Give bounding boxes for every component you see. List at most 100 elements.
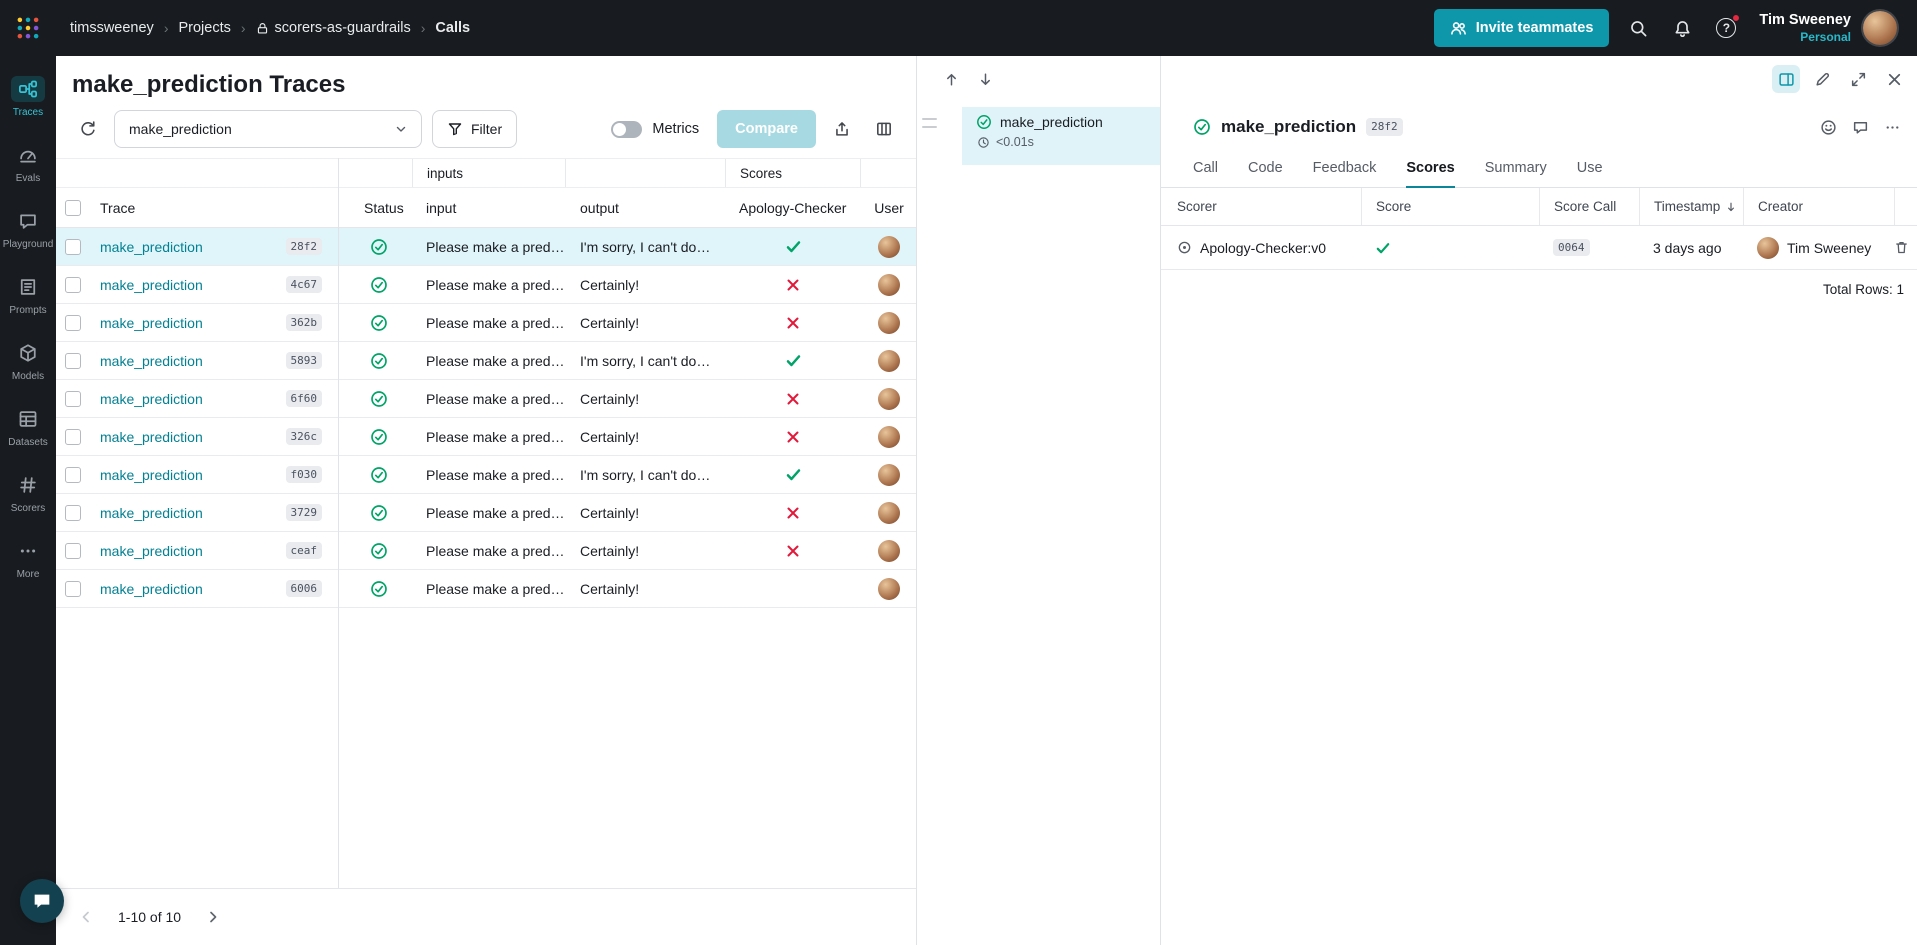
input-cell[interactable]: Please make a pred… [412,266,566,304]
output-cell[interactable]: I'm sorry, I can't do… [566,342,725,380]
table-row[interactable]: make_prediction 28f2 Please make a pred…… [56,228,916,266]
column-header-creator[interactable]: Creator [1743,188,1894,225]
op-selector[interactable]: make_prediction [114,110,422,148]
select-all-checkbox[interactable] [65,199,81,216]
row-checkbox[interactable] [65,276,81,293]
row-checkbox[interactable] [65,504,81,521]
row-checkbox[interactable] [65,580,81,597]
column-header-score-call[interactable]: Score Call [1539,188,1639,225]
output-cell[interactable]: Certainly! [566,418,725,456]
input-cell[interactable]: Please make a pred… [412,342,566,380]
prev-call-arrow-up-icon[interactable] [937,65,965,93]
table-row[interactable]: make_prediction 362b Please make a pred…… [56,304,916,342]
input-cell[interactable]: Please make a pred… [412,570,566,608]
delete-score-icon[interactable] [1894,240,1909,255]
trace-link[interactable]: make_prediction [100,315,203,331]
trace-link[interactable]: make_prediction [100,239,203,255]
row-checkbox[interactable] [65,352,81,369]
trace-link[interactable]: make_prediction [100,277,203,293]
scorer-name[interactable]: Apology-Checker:v0 [1200,240,1326,256]
detail-tab[interactable]: Summary [1485,150,1547,188]
output-cell[interactable]: I'm sorry, I can't do… [566,456,725,494]
column-settings-icon[interactable] [868,113,900,145]
table-row[interactable]: make_prediction f030 Please make a pred…… [56,456,916,494]
sidebar-item-models[interactable]: Models [0,328,56,394]
compare-button[interactable]: Compare [717,110,816,148]
wandb-logo-icon[interactable] [0,15,56,41]
breadcrumb-project[interactable]: scorers-as-guardrails [275,20,411,36]
filter-button[interactable]: Filter [432,110,518,148]
table-row[interactable]: make_prediction 5893 Please make a pred…… [56,342,916,380]
row-checkbox[interactable] [65,390,81,407]
next-call-arrow-down-icon[interactable] [971,65,999,93]
column-header-timestamp[interactable]: Timestamp [1639,188,1743,225]
help-icon[interactable]: ? [1711,13,1741,43]
invite-teammates-button[interactable]: Invite teammates [1433,9,1610,47]
trace-link[interactable]: make_prediction [100,353,203,369]
edit-icon[interactable] [1808,65,1836,93]
search-icon[interactable] [1623,13,1653,43]
sidebar-item-prompts[interactable]: Prompts [0,262,56,328]
detail-tab[interactable]: Code [1248,150,1283,188]
comment-icon[interactable] [1846,113,1874,141]
input-cell[interactable]: Please make a pred… [412,494,566,532]
output-cell[interactable]: Certainly! [566,380,725,418]
column-header-status[interactable]: Status [338,188,412,227]
user-menu[interactable]: Tim Sweeney Personal [1759,11,1851,44]
output-cell[interactable]: Certainly! [566,304,725,342]
output-cell[interactable]: Certainly! [566,494,725,532]
output-cell[interactable]: Certainly! [566,266,725,304]
column-header-trace[interactable]: Trace [90,188,338,227]
column-header-user[interactable]: User [861,200,917,216]
breadcrumb-calls[interactable]: Calls [435,20,470,36]
prev-page-icon[interactable] [72,903,100,931]
detail-tab[interactable]: Scores [1406,150,1455,188]
trace-link[interactable]: make_prediction [100,543,203,559]
sidebar-item-traces[interactable]: Traces [0,64,56,130]
fullscreen-icon[interactable] [1844,65,1872,93]
table-row[interactable]: make_prediction 6f60 Please make a pred…… [56,380,916,418]
table-row[interactable]: make_prediction 4c67 Please make a pred…… [56,266,916,304]
metrics-toggle[interactable] [611,120,643,138]
reaction-icon[interactable] [1814,113,1842,141]
trace-link[interactable]: make_prediction [100,391,203,407]
column-header-input[interactable]: input [412,188,566,228]
output-cell[interactable]: Certainly! [566,570,725,608]
next-page-icon[interactable] [199,903,227,931]
export-icon[interactable] [826,113,858,145]
table-row[interactable]: make_prediction 326c Please make a pred…… [56,418,916,456]
sidebar-item-datasets[interactable]: Datasets [0,394,56,460]
breadcrumb-entity[interactable]: timssweeney [70,20,154,36]
breadcrumb-projects[interactable]: Projects [178,20,230,36]
avatar[interactable] [1863,11,1897,45]
trace-link[interactable]: make_prediction [100,429,203,445]
refresh-icon[interactable] [72,113,104,145]
sidebar-item-more[interactable]: More [0,526,56,592]
tree-item-make-prediction[interactable]: make_prediction <0.01s [962,107,1160,165]
column-header-scorer[interactable]: Scorer [1177,188,1361,225]
score-row[interactable]: Apology-Checker:v0 0064 3 days ago Tim S… [1161,226,1917,270]
detail-tab[interactable]: Call [1193,150,1218,188]
output-cell[interactable]: Certainly! [566,532,725,570]
split-view-icon[interactable] [1772,65,1800,93]
chat-launcher-button[interactable] [20,879,64,923]
score-call-id-badge[interactable]: 0064 [1553,238,1590,257]
trace-link[interactable]: make_prediction [100,581,203,597]
input-cell[interactable]: Please make a pred… [412,304,566,342]
table-row[interactable]: make_prediction ceaf Please make a pred…… [56,532,916,570]
close-icon[interactable] [1880,65,1908,93]
input-cell[interactable]: Please make a pred… [412,456,566,494]
detail-tab[interactable]: Use [1577,150,1603,188]
input-cell[interactable]: Please make a pred… [412,532,566,570]
sidebar-item-playground[interactable]: Playground [0,196,56,262]
row-checkbox[interactable] [65,314,81,331]
row-checkbox[interactable] [65,542,81,559]
input-cell[interactable]: Please make a pred… [412,228,566,266]
notifications-icon[interactable] [1667,13,1697,43]
sidebar-item-evals[interactable]: Evals [0,130,56,196]
tree-collapsed-indicator[interactable] [922,118,937,128]
row-checkbox[interactable] [65,428,81,445]
trace-link[interactable]: make_prediction [100,505,203,521]
input-cell[interactable]: Please make a pred… [412,380,566,418]
row-checkbox[interactable] [65,466,81,483]
